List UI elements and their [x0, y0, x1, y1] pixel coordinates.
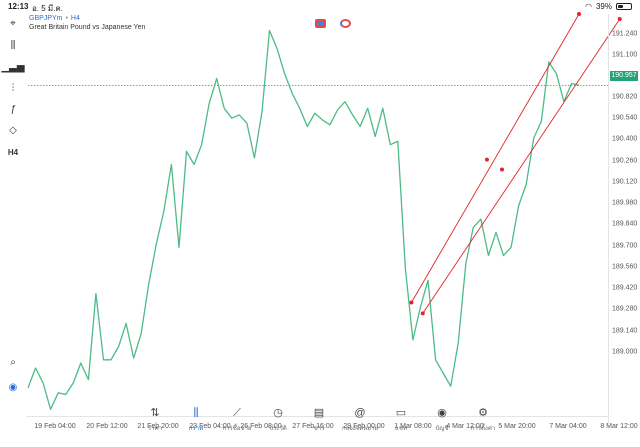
nav-item-account[interactable]: ◉ บัญชี — [422, 406, 462, 433]
time-tick-label: 20 Feb 12:00 — [86, 423, 128, 430]
channel-anchor-point[interactable] — [500, 167, 505, 172]
price-tick-label: 190.120 — [612, 178, 638, 186]
nav-item-label: ประวัติ — [269, 426, 287, 432]
nav-item-label: แชท — [395, 426, 407, 432]
channel-lower-line[interactable] — [422, 18, 621, 314]
time-tick-label: 7 Mar 04:00 — [549, 423, 587, 430]
price-tick-label: 191.100 — [612, 51, 638, 59]
trade-icon: ⟋ — [233, 407, 241, 419]
price-line-series — [27, 29, 580, 411]
chart-icon: ⫼ — [193, 407, 199, 419]
price-tick-label: 191.240 — [612, 30, 638, 38]
current-price-badge: 190.957 — [610, 71, 638, 81]
time-tick-label: 8 Mar 12:00 — [600, 423, 638, 430]
nav-item-label: การตั้งค่า — [470, 426, 496, 432]
price-tick-label: 189.560 — [612, 263, 638, 271]
nav-item-label: กล่องจดหมาย — [341, 426, 379, 432]
channel-anchor-point[interactable] — [617, 16, 622, 21]
price-tick-label: 190.400 — [612, 135, 638, 143]
price-tick-label: 190.820 — [612, 93, 638, 101]
nav-item-settings[interactable]: ⚙ การตั้งค่า — [463, 406, 503, 433]
bottom-navigation: ⇅ ราคา ⫼ กราฟ ⟋ การซื้อขาย ◷ ประวัติ ▤ ข่าว @ กล่อง… — [0, 407, 640, 447]
nav-item-mailbox[interactable]: @ กล่องจดหมาย — [340, 406, 380, 433]
time-tick-label: 5 Mar 20:00 — [498, 423, 536, 430]
price-tick-label: 189.420 — [612, 284, 638, 292]
price-tick-label: 189.280 — [612, 305, 638, 313]
nav-item-label: การซื้อขาย — [222, 426, 252, 432]
price-tick-label: 189.700 — [612, 242, 638, 250]
price-tick-label: 189.000 — [612, 348, 638, 356]
channel-anchor-point[interactable] — [577, 12, 581, 16]
price-tick-label: 189.980 — [612, 199, 638, 207]
news-icon: ▤ — [313, 407, 325, 419]
price-tick-label: 189.840 — [612, 220, 638, 228]
nav-item-chat[interactable]: ▭ แชท — [381, 406, 421, 433]
history-icon: ◷ — [273, 407, 283, 419]
chat-icon: ▭ — [395, 407, 407, 419]
settings-icon: ⚙ — [478, 407, 488, 419]
nav-item-label: กราฟ — [188, 426, 204, 432]
nav-item-history[interactable]: ◷ ประวัติ — [258, 406, 298, 433]
nav-item-label: ราคา — [148, 426, 162, 432]
nav-item-chart[interactable]: ⫼ กราฟ — [176, 406, 216, 433]
nav-item-news[interactable]: ▤ ข่าว — [299, 406, 339, 433]
nav-item-label: ข่าว — [313, 426, 325, 432]
time-tick-label: 19 Feb 04:00 — [34, 423, 76, 430]
quotes-icon: ⇅ — [150, 407, 160, 419]
nav-item-quotes[interactable]: ⇅ ราคา — [135, 406, 175, 433]
account-icon: ◉ — [437, 407, 447, 419]
channel-upper-line[interactable] — [411, 13, 580, 303]
mailbox-icon: @ — [354, 407, 366, 419]
nav-item-trade[interactable]: ⟋ การซื้อขาย — [217, 406, 257, 433]
nav-item-label: บัญชี — [435, 426, 449, 432]
price-tick-label: 190.540 — [612, 114, 638, 122]
channel-anchor-point[interactable] — [409, 300, 414, 305]
price-chart[interactable] — [0, 0, 640, 447]
price-tick-label: 190.260 — [612, 157, 638, 165]
price-axis-separator — [608, 14, 609, 424]
channel-anchor-point[interactable] — [484, 157, 489, 162]
channel-anchor-point[interactable] — [420, 311, 425, 316]
price-tick-label: 189.140 — [612, 327, 638, 335]
